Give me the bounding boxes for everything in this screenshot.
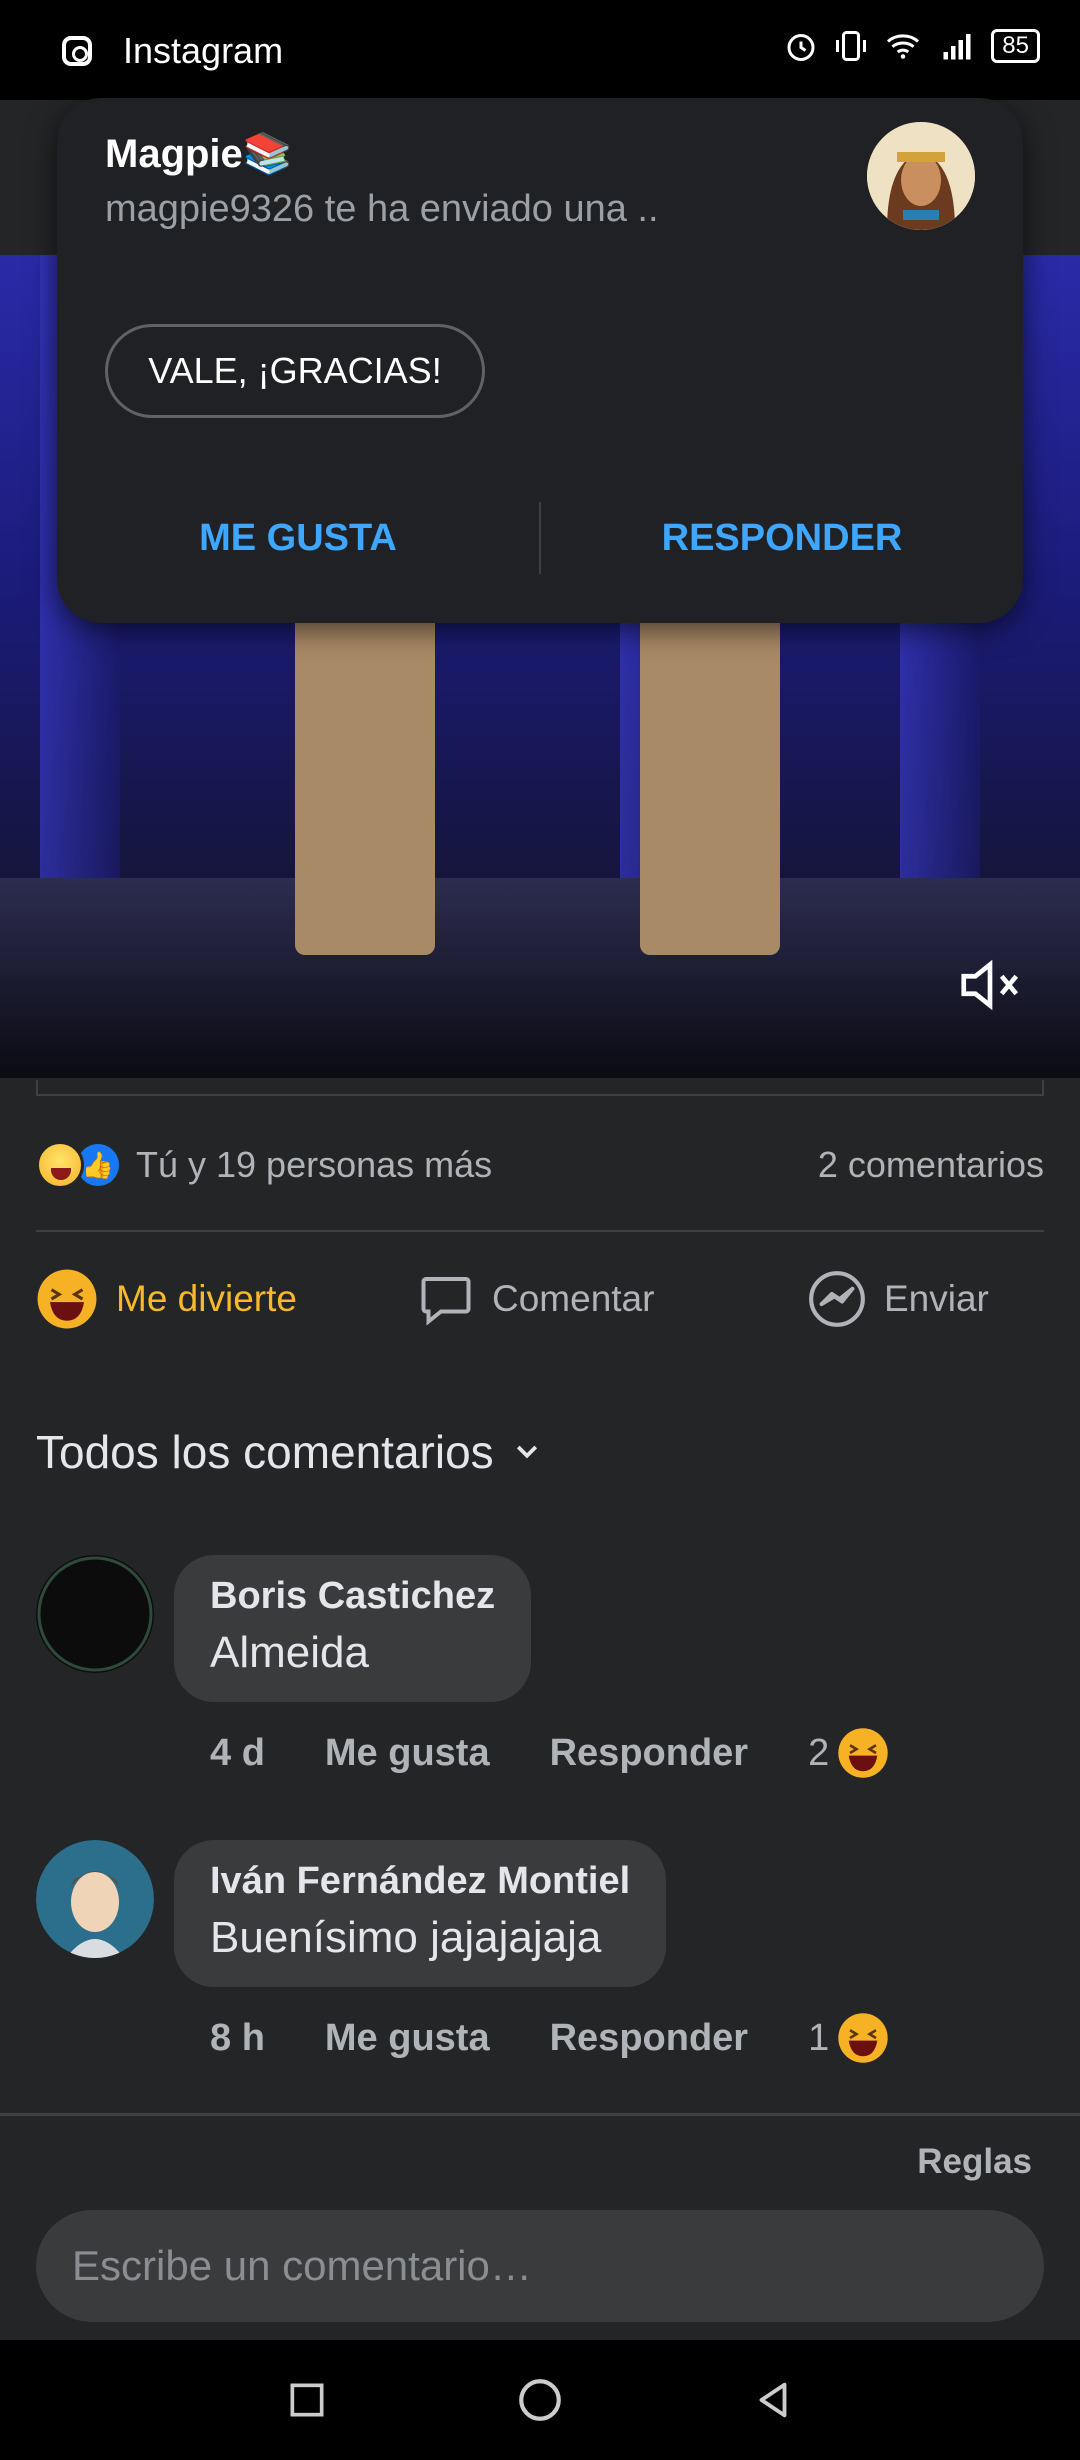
comment-reaction-count[interactable]: 1 xyxy=(808,2017,829,2060)
chevron-down-icon xyxy=(516,1445,537,1459)
divider xyxy=(36,1230,1044,1232)
reactions-text[interactable]: Tú y 19 personas más xyxy=(136,1144,492,1186)
post-frame xyxy=(36,1080,1044,1096)
signal-icon xyxy=(943,34,971,60)
comment-meta: 8 h Me gusta Responder 1 xyxy=(210,2012,889,2064)
instagram-icon xyxy=(62,36,92,66)
comment-reply-button[interactable]: Responder xyxy=(550,1732,748,1775)
performer-leg xyxy=(295,585,435,955)
notification-message: magpie9326 te ha enviado una .. xyxy=(105,188,659,230)
comment-text: Buenísimo jajajajaja xyxy=(210,1913,602,1962)
quick-reply-chip[interactable]: VALE, ¡GRACIAS! xyxy=(105,324,485,418)
messenger-icon xyxy=(809,1271,865,1327)
rules-link[interactable]: Reglas xyxy=(917,2142,1032,2182)
status-app-name: Instagram xyxy=(123,30,284,71)
back-button[interactable] xyxy=(743,2370,803,2430)
home-button[interactable] xyxy=(510,2370,570,2430)
back-triangle-icon xyxy=(759,2382,787,2418)
send-button[interactable]: Enviar xyxy=(806,1268,989,1330)
battery-indicator: 85 xyxy=(991,29,1040,63)
post-actions: Me divierte Comentar Enviar xyxy=(36,1262,1044,1336)
comment-author[interactable]: Boris Castichez xyxy=(210,1575,495,1618)
mute-icon[interactable] xyxy=(955,950,1025,1020)
comments-count[interactable]: 2 comentarios xyxy=(818,1144,1044,1186)
stage-floor xyxy=(0,878,1080,1078)
comment-meta: 4 d Me gusta Responder 2 xyxy=(210,1727,889,1779)
comment-time: 8 h xyxy=(210,2016,265,2059)
notification-reply-button[interactable]: RESPONDER xyxy=(541,498,1023,578)
comment-reply-button[interactable]: Responder xyxy=(550,2017,748,2060)
comment-like-button[interactable]: Me gusta xyxy=(325,1732,490,1775)
performer-leg xyxy=(640,585,780,955)
notification-actions: ME GUSTA RESPONDER xyxy=(57,498,1023,578)
haha-icon xyxy=(838,2013,888,2063)
haha-label: Me divierte xyxy=(116,1278,297,1319)
comments-filter[interactable]: Todos los comentarios xyxy=(36,1425,542,1479)
wifi-icon xyxy=(887,34,920,59)
haha-reaction-icon xyxy=(36,1141,84,1189)
system-nav-bar xyxy=(0,2340,1080,2460)
comment-button[interactable]: Comentar xyxy=(416,1269,806,1329)
comment-like-button[interactable]: Me gusta xyxy=(325,2017,490,2060)
comments-filter-label: Todos los comentarios xyxy=(36,1426,494,1478)
comment-reaction-count[interactable]: 2 xyxy=(808,1732,829,1775)
circle-icon xyxy=(519,2379,561,2421)
sender-avatar xyxy=(867,122,975,230)
square-icon xyxy=(290,2383,324,2417)
send-label: Enviar xyxy=(884,1278,989,1319)
comment-icon xyxy=(421,1277,471,1326)
comment-input[interactable]: Escribe un comentario… xyxy=(36,2210,1044,2322)
comment-item: Iván Fernández Montiel Buenísimo jajajaj… xyxy=(36,1840,1044,2063)
haha-button[interactable]: Me divierte xyxy=(36,1268,416,1330)
status-bar: Instagram 85 xyxy=(0,0,1080,100)
comment-item: Boris Castichez Almeida 4 d Me gusta Res… xyxy=(36,1555,1044,1778)
notification-title: Magpie📚 xyxy=(105,132,293,176)
status-icons: 85 xyxy=(783,28,1040,64)
comment-author[interactable]: Iván Fernández Montiel xyxy=(210,1860,630,1903)
reactions-summary[interactable]: 👍 Tú y 19 personas más 2 comentarios xyxy=(36,1140,1044,1190)
comment-time: 4 d xyxy=(210,1731,265,1774)
divider xyxy=(0,2113,1080,2116)
haha-icon xyxy=(37,1269,97,1329)
message-notification[interactable]: Magpie📚 magpie9326 te ha enviado una .. … xyxy=(57,98,1023,623)
notification-like-button[interactable]: ME GUSTA xyxy=(57,498,539,578)
alarm-icon xyxy=(787,34,815,61)
comment-bubble[interactable]: Iván Fernández Montiel Buenísimo jajajaj… xyxy=(174,1840,667,1987)
haha-icon xyxy=(838,1728,888,1778)
commenter-avatar[interactable] xyxy=(36,1555,154,1673)
comment-label: Comentar xyxy=(492,1278,655,1319)
commenter-avatar[interactable] xyxy=(36,1840,154,1958)
comment-bubble[interactable]: Boris Castichez Almeida xyxy=(174,1555,532,1702)
comment-text: Almeida xyxy=(210,1628,369,1677)
vibrate-icon xyxy=(836,31,867,61)
recents-button[interactable] xyxy=(277,2370,337,2430)
